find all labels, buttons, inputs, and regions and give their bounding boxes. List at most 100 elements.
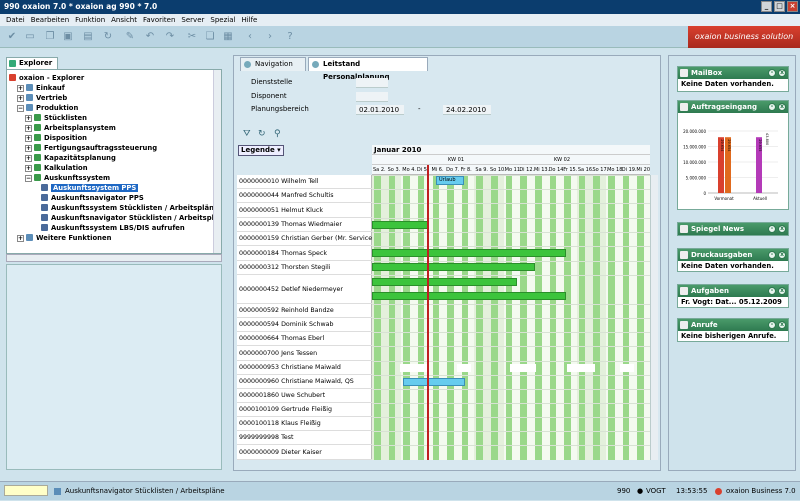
minimize-icon[interactable]: - xyxy=(768,103,776,111)
expand-icon[interactable]: + xyxy=(25,155,32,162)
paste-icon[interactable]: ▦ xyxy=(222,31,234,43)
menu-favoriten[interactable]: Favoriten xyxy=(140,14,178,26)
status-input[interactable] xyxy=(4,485,48,496)
tree-item-stuecklisten[interactable]: + Stücklisten xyxy=(25,113,87,123)
explorer-vertical-scrollbar[interactable] xyxy=(213,70,221,253)
expand-icon[interactable]: + xyxy=(17,85,24,92)
expand-icon[interactable]: + xyxy=(25,115,32,122)
person-row[interactable]: 0000000594 Dominik Schwab xyxy=(237,318,372,332)
person-row[interactable]: 0000000044 Manfred Schultis xyxy=(237,189,372,203)
collapse-icon[interactable]: − xyxy=(17,105,24,112)
expand-icon[interactable]: + xyxy=(25,145,32,152)
person-row[interactable]: 0000000312 Thorsten Stegili xyxy=(237,261,372,275)
person-row[interactable]: 9999999998 Test xyxy=(237,431,372,445)
close-icon[interactable]: x xyxy=(778,321,786,329)
absence-bar[interactable] xyxy=(403,378,465,386)
pin-icon[interactable]: ⚲ xyxy=(274,129,281,139)
maximize-button[interactable]: □ xyxy=(774,1,785,12)
minimize-icon[interactable]: - xyxy=(768,287,776,295)
person-row[interactable]: 0000000184 Thomas Speck xyxy=(237,246,372,261)
person-row[interactable]: 0000000664 Thomas Eberl xyxy=(237,332,372,346)
person-row[interactable]: 0000000051 Helmut Kluck xyxy=(237,203,372,218)
close-icon[interactable]: x xyxy=(778,103,786,111)
redo-icon[interactable]: ↷ xyxy=(164,31,176,43)
minimize-icon[interactable]: - xyxy=(768,69,776,77)
expand-icon[interactable]: + xyxy=(17,95,24,102)
person-row[interactable]: 0000000960 Christiane Maiwald, QS xyxy=(237,375,372,389)
menu-hilfe[interactable]: Hilfe xyxy=(238,14,260,26)
date-from-field[interactable]: 02.01.2010 xyxy=(356,105,404,115)
tree-item-auskunftsnavigator-stuecklisten[interactable]: Auskunftsnavigator Stücklisten / Arbeits… xyxy=(41,213,221,223)
person-row[interactable]: 0000000592 Reinhold Bandze xyxy=(237,304,372,318)
person-row[interactable]: 0000000452 Detlef Niedermeyer xyxy=(237,275,372,304)
date-to-field[interactable]: 24.02.2010 xyxy=(443,105,491,115)
free-block[interactable] xyxy=(567,364,595,372)
close-icon[interactable]: x xyxy=(778,287,786,295)
copy2-icon[interactable]: ❏ xyxy=(204,31,216,43)
person-row[interactable]: 0000000010 Wilhelm Tell xyxy=(237,175,372,189)
dienststelle-field[interactable] xyxy=(356,78,388,88)
new-document-icon[interactable]: ▭ xyxy=(24,31,36,43)
minimize-icon[interactable]: - xyxy=(768,251,776,259)
tree-item-vertrieb[interactable]: + Vertrieb xyxy=(17,93,67,103)
person-row[interactable]: 0000100118 Klaus Fleißig xyxy=(237,417,372,431)
free-block[interactable] xyxy=(457,364,471,372)
menu-bearbeiten[interactable]: Bearbeiten xyxy=(28,14,72,26)
expand-icon[interactable]: + xyxy=(25,135,32,142)
expand-icon[interactable]: + xyxy=(25,125,32,132)
person-row[interactable]: 0000000953 Christiane Maiwald xyxy=(237,361,372,375)
filter-icon[interactable]: ⛛ xyxy=(243,129,251,139)
aufgaben-text[interactable]: Fr. Vogt: Dat... 05.12.2009 xyxy=(678,297,788,308)
tree-item-auskunftsnavigator-pps[interactable]: Auskunftsnavigator PPS xyxy=(41,193,144,203)
minimize-icon[interactable]: - xyxy=(768,225,776,233)
legende-dropdown[interactable]: Legende ▾ xyxy=(238,145,284,156)
explorer-horizontal-scrollbar[interactable] xyxy=(6,254,222,262)
tree-item-disposition[interactable]: + Disposition xyxy=(25,133,87,143)
assignment-bar[interactable] xyxy=(372,292,566,300)
tree-item-einkauf[interactable]: + Einkauf xyxy=(17,83,65,93)
menu-ansicht[interactable]: Ansicht xyxy=(108,14,140,26)
expand-icon[interactable]: + xyxy=(17,235,24,242)
refresh-plan-icon[interactable]: ↻ xyxy=(258,129,266,139)
tab-explorer[interactable]: Explorer xyxy=(6,57,58,69)
tree-item-weitere-funktionen[interactable]: + Weitere Funktionen xyxy=(17,233,111,243)
person-row[interactable]: 0000000139 Thomas Wiedmaier xyxy=(237,218,372,232)
copy-icon[interactable]: ❐ xyxy=(44,31,56,43)
close-icon[interactable]: x xyxy=(778,251,786,259)
expand-icon[interactable]: + xyxy=(25,165,32,172)
tab-navigation[interactable]: Navigation xyxy=(240,57,306,71)
tree-item-auskunftssystem-lbs[interactable]: Auskunftssystem LBS/DIS aufrufen xyxy=(41,223,185,233)
person-row[interactable]: 0000100109 Gertrude Fleißig xyxy=(237,403,372,417)
menu-funktion[interactable]: Funktion xyxy=(72,14,108,26)
person-row[interactable]: 0000000159 Christian Gerber (Mr. Service… xyxy=(237,232,372,246)
refresh-icon[interactable]: ↻ xyxy=(102,31,114,43)
tools-icon[interactable]: ✎ xyxy=(124,31,136,43)
minimize-icon[interactable]: - xyxy=(768,321,776,329)
urlaub-bar[interactable]: Urlaub xyxy=(436,176,464,185)
collapse-icon[interactable]: − xyxy=(25,175,32,182)
assignment-bar[interactable] xyxy=(372,263,535,271)
tree-item-fertigungsauftragssteuerung[interactable]: + Fertigungsauftragssteuerung xyxy=(25,143,157,153)
help-icon[interactable]: ? xyxy=(284,31,296,43)
gantt-vertical-scrollbar[interactable] xyxy=(650,175,658,460)
tree-item-kapazitaetsplanung[interactable]: + Kapazitätsplanung xyxy=(25,153,116,163)
person-row[interactable]: 0000001860 Uwe Schubert xyxy=(237,389,372,403)
menu-spezial[interactable]: Spezial xyxy=(207,14,238,26)
person-row[interactable]: 0000000009 Dieter Kaiser xyxy=(237,445,372,460)
assignment-bar[interactable] xyxy=(372,278,517,286)
forward-icon[interactable]: › xyxy=(264,31,276,43)
free-block[interactable] xyxy=(400,364,428,372)
free-block[interactable] xyxy=(510,364,536,372)
tab-leitstand-personalplanung[interactable]: Leitstand Personalplanung xyxy=(308,57,428,81)
tree-item-auskunftssystem-stuecklisten[interactable]: Auskunftssystem Stücklisten / Arbeitsplä… xyxy=(41,203,219,213)
tree-item-auskunftssystem-pps[interactable]: Auskunftssystem PPS xyxy=(41,183,139,193)
tree-item-produktion[interactable]: − Produktion xyxy=(17,103,78,113)
menu-datei[interactable]: Datei xyxy=(3,14,28,26)
undo-icon[interactable]: ↶ xyxy=(144,31,156,43)
cut-icon[interactable]: ✂ xyxy=(186,31,198,43)
menu-server[interactable]: Server xyxy=(178,14,207,26)
save-icon[interactable]: ▣ xyxy=(62,31,74,43)
assignment-bar[interactable] xyxy=(372,221,429,229)
close-button[interactable]: × xyxy=(787,1,798,12)
close-icon[interactable]: x xyxy=(778,69,786,77)
